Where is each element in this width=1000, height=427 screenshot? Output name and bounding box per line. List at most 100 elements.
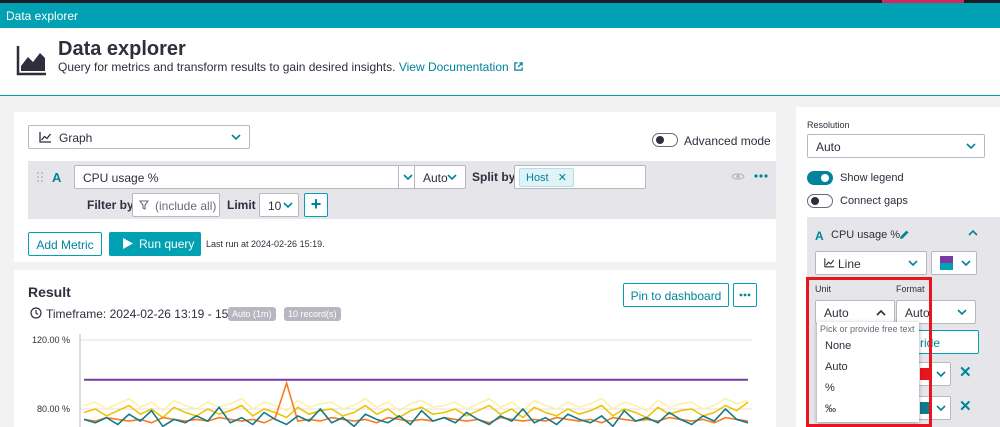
resolution-select[interactable]: Auto bbox=[807, 134, 985, 158]
chevron-up-icon bbox=[876, 309, 886, 316]
drag-handle-icon[interactable] bbox=[36, 171, 44, 183]
metric-value: CPU usage % bbox=[83, 171, 159, 185]
run-query-label: Run query bbox=[139, 237, 195, 251]
line-chart-icon bbox=[39, 132, 52, 143]
chevron-down-icon bbox=[936, 405, 946, 412]
page-subtitle: Query for metrics and transform results … bbox=[58, 60, 523, 74]
advanced-mode-toggle[interactable] bbox=[652, 133, 678, 147]
palette-swatch-top bbox=[940, 256, 953, 263]
query-row-a: A CPU usage % Auto Split by Host ✕ Filte… bbox=[28, 161, 776, 219]
more-options-icon[interactable] bbox=[754, 174, 768, 178]
chevron-down-icon bbox=[403, 174, 413, 181]
resolution-value: Auto bbox=[816, 140, 841, 154]
unit-option-percent[interactable]: % bbox=[817, 378, 919, 399]
records-badge: 10 record(s) bbox=[284, 307, 341, 321]
resolution-label: Resolution bbox=[807, 120, 850, 130]
unit-select[interactable]: Auto bbox=[815, 300, 895, 324]
aggregation-select[interactable]: Auto bbox=[414, 165, 466, 189]
unit-option-auto[interactable]: Auto bbox=[817, 357, 919, 378]
remove-color-icon[interactable]: ✕ bbox=[959, 363, 972, 381]
visualization-select[interactable]: Graph bbox=[28, 125, 250, 149]
close-icon[interactable]: ✕ bbox=[558, 172, 567, 184]
add-metric-button[interactable]: Add Metric bbox=[28, 232, 102, 256]
query-letter: A bbox=[52, 170, 62, 185]
split-by-label: Split by bbox=[472, 170, 516, 184]
page-subtitle-text: Query for metrics and transform results … bbox=[58, 60, 396, 74]
split-by-chip: Host ✕ bbox=[519, 168, 574, 187]
color-swatch-teal bbox=[920, 402, 932, 414]
toggle-knob bbox=[811, 197, 819, 205]
metric-name: CPU usage % bbox=[831, 229, 901, 241]
show-legend-label: Show legend bbox=[840, 172, 904, 184]
aggregation-value: Auto bbox=[423, 171, 448, 185]
pin-to-dashboard-button[interactable]: Pin to dashboard bbox=[623, 283, 729, 307]
unit-dropdown-menu: Pick or provide free text None Auto % ‰ bbox=[817, 322, 919, 422]
play-icon bbox=[123, 238, 133, 249]
ellipsis-icon bbox=[739, 293, 751, 297]
format-select[interactable]: Auto bbox=[896, 300, 976, 324]
pencil-icon[interactable] bbox=[899, 229, 910, 240]
unit-label: Unit bbox=[815, 284, 832, 294]
dropdown-hint: Pick or provide free text bbox=[820, 324, 915, 334]
format-value: Auto bbox=[905, 306, 930, 320]
override-label: ride bbox=[920, 336, 941, 350]
connect-gaps-label: Connect gaps bbox=[840, 195, 908, 207]
result-title: Result bbox=[28, 284, 71, 300]
result-more-button[interactable] bbox=[733, 283, 757, 307]
chevron-down-icon bbox=[961, 260, 971, 267]
show-legend-toggle[interactable] bbox=[807, 171, 833, 185]
unit-option-permille[interactable]: ‰ bbox=[817, 399, 919, 420]
chevron-down-icon bbox=[283, 202, 293, 209]
chevron-up-icon[interactable] bbox=[968, 229, 978, 236]
chevron-down-icon bbox=[957, 309, 967, 316]
view-documentation-link[interactable]: View Documentation bbox=[399, 60, 523, 74]
palette-swatch-bottom bbox=[940, 263, 953, 270]
color-swatch-red bbox=[920, 368, 932, 380]
external-link-icon bbox=[514, 62, 523, 71]
filter-icon bbox=[139, 200, 149, 210]
app-topbar: Data explorer bbox=[0, 0, 1000, 28]
chart-type-value: Line bbox=[838, 257, 861, 271]
advanced-mode-label: Advanced mode bbox=[684, 134, 771, 148]
resolution-badge: Auto (1m) bbox=[228, 307, 276, 321]
result-panel: Result Timeframe: 2024-02-26 13:19 - 15:… bbox=[14, 270, 776, 427]
query-builder-panel: Graph Advanced mode A CPU usage % Auto S… bbox=[14, 112, 776, 262]
override-button[interactable]: ride bbox=[911, 330, 979, 354]
divider bbox=[398, 166, 399, 188]
format-label: Format bbox=[896, 284, 925, 294]
limit-select[interactable]: 10 bbox=[259, 193, 299, 217]
page-title: Data explorer bbox=[58, 38, 186, 60]
line-chart-icon bbox=[824, 258, 835, 268]
limit-value: 10 bbox=[268, 199, 282, 213]
chevron-down-icon bbox=[908, 260, 918, 267]
metric-select[interactable]: CPU usage % bbox=[74, 165, 422, 189]
remove-color-icon[interactable]: ✕ bbox=[959, 397, 972, 415]
unit-option-none[interactable]: None bbox=[817, 336, 919, 357]
limit-label: Limit bbox=[227, 198, 256, 212]
visualization-value: Graph bbox=[59, 131, 93, 145]
area-chart-icon bbox=[16, 46, 46, 76]
split-by-input[interactable]: Host ✕ bbox=[514, 165, 646, 189]
add-filter-button[interactable]: + bbox=[304, 193, 328, 217]
filter-input[interactable]: (include all) bbox=[132, 193, 220, 217]
run-query-button[interactable]: Run query bbox=[109, 232, 201, 256]
unit-value: Auto bbox=[824, 306, 849, 320]
page-header: Data explorer Query for metrics and tran… bbox=[0, 28, 1000, 96]
toggle-knob bbox=[656, 136, 664, 144]
eye-icon[interactable] bbox=[731, 172, 745, 181]
pin-to-dashboard-label: Pin to dashboard bbox=[630, 289, 722, 303]
palette-select[interactable] bbox=[931, 251, 977, 275]
timeframe-text: Timeframe: 2024-02-26 13:19 - 15:19 bbox=[46, 307, 246, 321]
chevron-down-icon bbox=[447, 174, 457, 181]
toggle-knob bbox=[821, 174, 829, 182]
chevron-down-icon bbox=[231, 134, 241, 141]
topbar-accent bbox=[882, 0, 964, 3]
cpu-usage-chart: 120.00 % 80.00 % bbox=[32, 334, 752, 427]
chart-type-select[interactable]: Line bbox=[815, 251, 927, 275]
filter-by-label: Filter by bbox=[87, 198, 134, 212]
clock-icon bbox=[30, 307, 42, 319]
chip-label: Host bbox=[526, 172, 549, 184]
connect-gaps-toggle[interactable] bbox=[807, 194, 833, 208]
chevron-down-icon bbox=[936, 371, 946, 378]
filter-placeholder: (include all) bbox=[155, 199, 217, 213]
